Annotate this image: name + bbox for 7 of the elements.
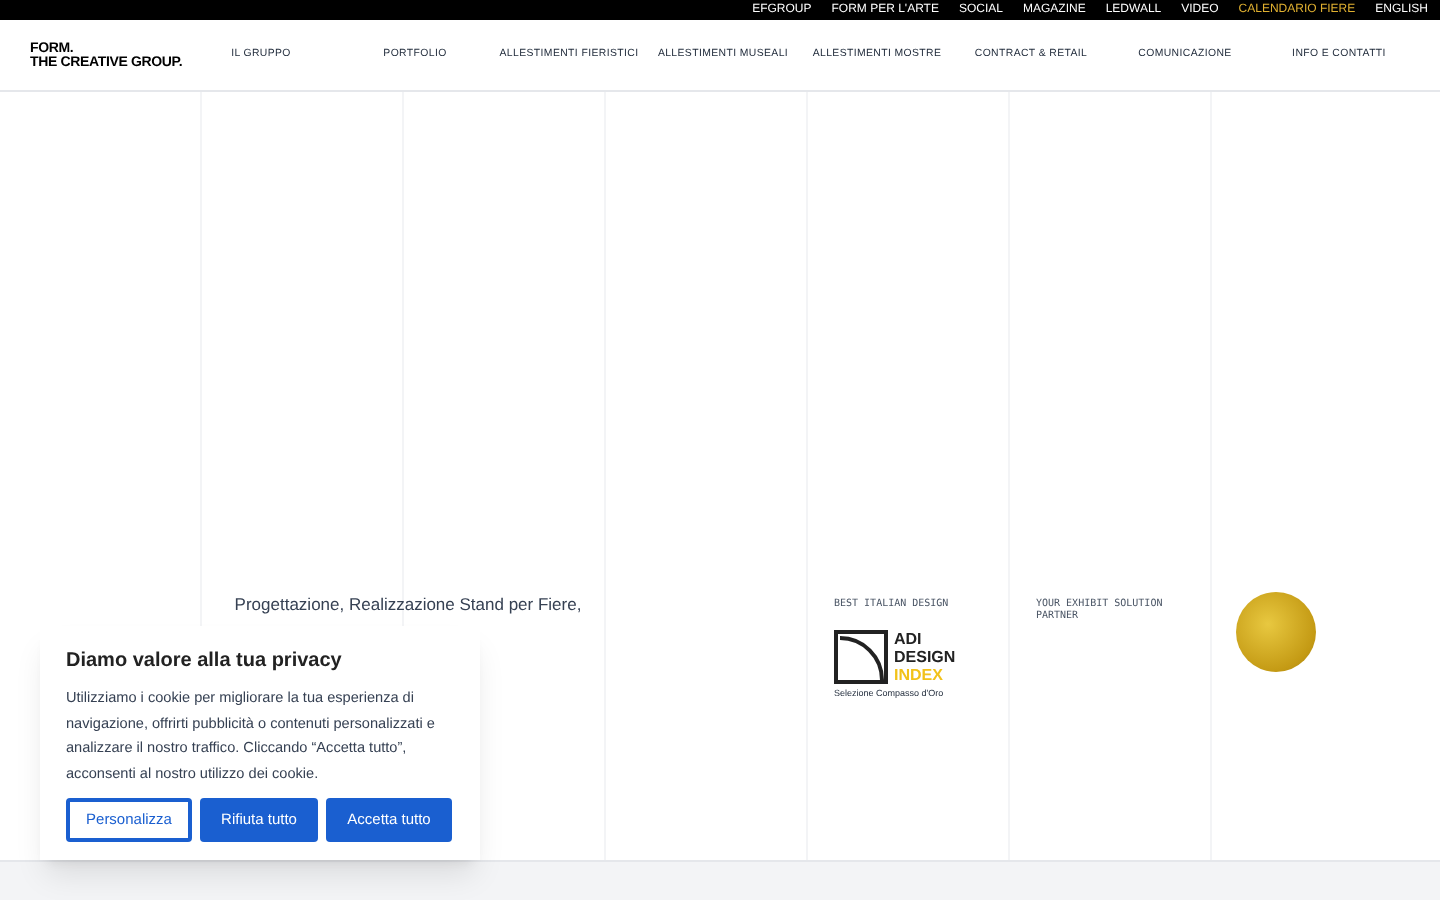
cookie-title: Diamo valore alla tua privacy [66, 648, 344, 676]
quarter-arc-icon [834, 629, 888, 683]
medal-icon [1236, 592, 1316, 672]
adi-logo-text: ADI [894, 629, 924, 647]
adi-logo-text: INDEX [894, 665, 945, 683]
adi-logo-text: DESIGN [894, 647, 956, 665]
tagline: Progettazione, Realizzazione Stand per Fiere, [232, 594, 584, 616]
